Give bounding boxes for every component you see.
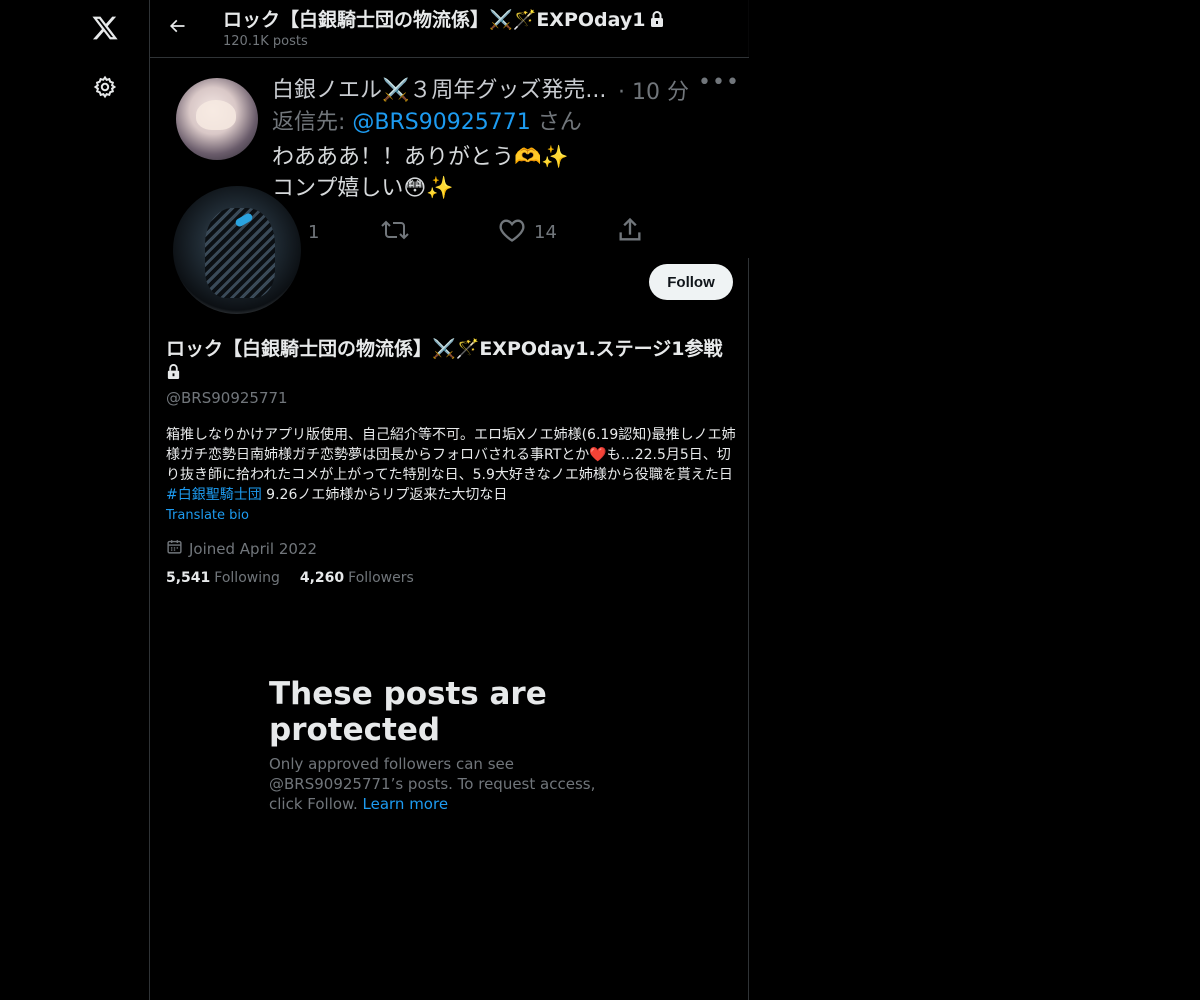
bio-text: 箱推しなりかけアプリ版使用、自己紹介等不可。エロ垢Xノエ姉様(6.19認知)最推… [166,427,736,483]
following-label: Following [214,570,280,586]
header-title: ロック【白銀騎士団の物流係】⚔️🪄EXPOday1 [223,5,665,32]
learn-more-link[interactable]: Learn more [363,795,449,813]
lock-icon [649,10,665,28]
profile-display-name: ロック【白銀騎士団の物流係】⚔️🪄EXPOday1.ステージ1参戦 [166,337,736,387]
profile-header: ロック【白銀騎士団の物流係】⚔️🪄EXPOday1 120.1K posts [150,0,749,58]
followers-label: Followers [348,570,414,586]
follow-counts: 5,541 Following 4,260 Followers [166,570,414,586]
banner-reply: 1 [300,222,380,243]
banner-post-reply-to: 返信先: @BRS90925771 さん [272,104,582,136]
header-title-text: ロック【白銀騎士団の物流係】⚔️🪄EXPOday1 [223,9,646,31]
banner-post-author: 白銀ノエル⚔️３周年グッズ発売... [272,78,607,103]
calendar-icon [166,538,183,559]
banner-post-line: わあああ！！ありがとう🫶✨ [272,145,569,170]
joined-text: Joined April 2022 [189,539,318,558]
bio-text-tail: 9.26ノエ姉様からリプ返来た大切な日 [261,487,508,503]
bio-hashtag-link[interactable]: #白銀聖騎士団 [166,487,262,503]
reply-suffix: さん [530,110,582,135]
banner-share [616,216,644,249]
banner-post-line: コンプ嬉しい😳✨ [272,176,454,201]
banner-post-actions: 1 14 [300,216,644,249]
profile-column: ロック【白銀騎士団の物流係】⚔️🪄EXPOday1 120.1K posts 白… [149,0,749,1000]
back-arrow-icon[interactable] [162,9,192,43]
protected-text: Only approved followers can see @BRS9092… [269,754,629,814]
following-link[interactable]: 5,541 Following [166,570,280,586]
banner-like: 14 [498,217,616,248]
settings-gear-icon[interactable] [80,62,130,112]
translate-bio-link[interactable]: Translate bio [166,508,249,523]
reply-count: 1 [308,222,320,243]
left-nav [0,0,149,1000]
reply-mention: @BRS90925771 [352,110,531,135]
profile-name-text: ロック【白銀騎士団の物流係】⚔️🪄EXPOday1.ステージ1参戦 [166,338,723,360]
following-count: 5,541 [166,570,211,586]
profile-avatar[interactable] [170,183,304,317]
like-count: 14 [534,222,557,243]
lock-icon [166,363,181,380]
profile-handle: @BRS90925771 [166,389,288,407]
protected-title: These posts are protected [269,676,547,748]
joined-date: Joined April 2022 [166,538,317,559]
retweet-icon [380,218,410,247]
banner-post-time: · 10 分 [618,80,689,105]
posts-count: 120.1K posts [223,34,308,49]
followers-count: 4,260 [299,570,345,586]
follow-button[interactable]: Follow [649,264,733,300]
followers-link[interactable]: 4,260 Followers [300,570,414,586]
banner-post-body: わあああ！！ありがとう🫶✨ コンプ嬉しい😳✨ [272,142,569,204]
x-logo-icon[interactable] [80,3,130,53]
banner-post-avatar [176,78,258,160]
like-icon [498,217,526,248]
banner-retweet [380,218,498,247]
protected-posts-notice: These posts are protected Only approved … [269,676,629,814]
profile-bio: 箱推しなりかけアプリ版使用、自己紹介等不可。エロ垢Xノエ姉様(6.19認知)最推… [166,425,736,505]
share-icon [616,216,644,249]
reply-prefix: 返信先: [272,110,353,135]
more-options-icon: ••• [698,70,740,95]
